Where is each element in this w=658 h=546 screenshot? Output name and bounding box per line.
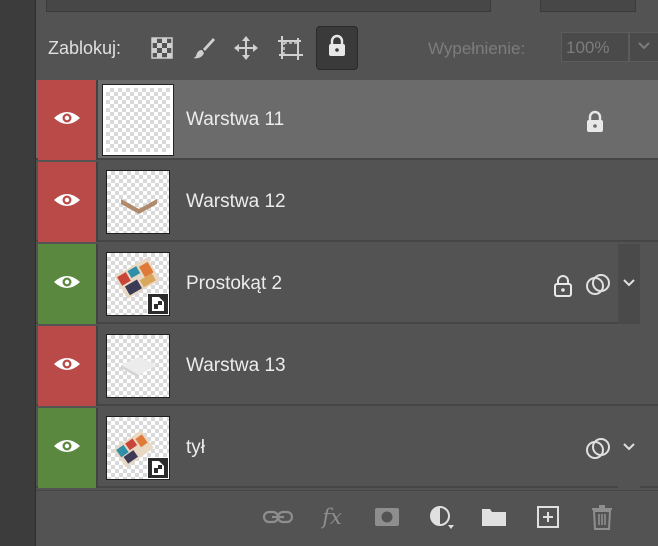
- eye-icon: [53, 438, 81, 459]
- chevron-down-icon: [637, 38, 651, 56]
- eye-icon: [53, 110, 81, 131]
- lock-label: Zablokuj:: [48, 38, 122, 58]
- lock-all-icon: [327, 34, 347, 63]
- layer-thumbnail[interactable]: [106, 416, 170, 480]
- fill-opacity-input[interactable]: 100%: [561, 32, 629, 62]
- visibility-toggle[interactable]: [38, 80, 96, 160]
- eye-icon: [53, 192, 81, 213]
- layer-row-warstwa-12[interactable]: Warstwa 12: [36, 162, 658, 242]
- layer-name[interactable]: Prostokąt 2: [186, 273, 282, 295]
- fill-dropdown-button[interactable]: [629, 32, 658, 62]
- adjustment-layer-icon[interactable]: [426, 503, 458, 531]
- visibility-toggle[interactable]: [38, 162, 96, 242]
- divider: [96, 244, 98, 324]
- new-layer-icon[interactable]: [532, 503, 564, 531]
- add-mask-icon[interactable]: [371, 503, 403, 531]
- delete-layer-icon[interactable]: [586, 503, 618, 531]
- divider: [96, 162, 98, 242]
- layer-thumbnail[interactable]: [106, 170, 170, 234]
- layer-name[interactable]: tył: [186, 437, 205, 459]
- divider: [96, 80, 98, 160]
- layer-style-button[interactable]: fx: [316, 503, 348, 531]
- visibility-toggle[interactable]: [38, 326, 96, 406]
- layer-thumbnail[interactable]: [106, 252, 170, 316]
- expand-effects-button[interactable]: [618, 244, 640, 324]
- eye-icon: [53, 274, 81, 295]
- link-layers-icon[interactable]: [262, 503, 294, 531]
- visibility-toggle[interactable]: [38, 408, 96, 488]
- layer-name[interactable]: Warstwa 13: [186, 355, 286, 377]
- lock-all-button[interactable]: [316, 26, 358, 70]
- layer-thumbnail[interactable]: [106, 334, 170, 398]
- lock-image-pixels-icon[interactable]: [190, 34, 218, 62]
- lock-position-icon[interactable]: [232, 34, 260, 62]
- fill-label: Wypełnienie:: [428, 39, 526, 58]
- visibility-toggle[interactable]: [38, 244, 96, 324]
- expand-effects-button[interactable]: [618, 408, 640, 488]
- layer-lock-icon: [552, 274, 574, 297]
- new-group-icon[interactable]: [478, 503, 510, 531]
- scrollbar-track[interactable]: [640, 244, 658, 324]
- blend-if-icon[interactable]: [584, 437, 612, 461]
- layers-bottom-toolbar: fx: [36, 490, 658, 546]
- top-field-remnant-2[interactable]: [540, 0, 636, 12]
- layer-style-icon: fx: [322, 505, 342, 529]
- layer-row-warstwa-13[interactable]: Warstwa 13: [36, 326, 658, 406]
- layer-row-tyl[interactable]: tył: [36, 408, 658, 488]
- layer-name[interactable]: Warstwa 11: [186, 109, 284, 131]
- lock-bar: Zablokuj: Wypełnienie: 100%: [36, 18, 658, 78]
- lock-transparent-pixels-icon[interactable]: [148, 34, 176, 62]
- smart-object-icon: [147, 457, 169, 479]
- divider: [96, 326, 98, 406]
- smart-object-icon: [147, 293, 169, 315]
- top-field-remnant[interactable]: [46, 0, 491, 12]
- blend-if-icon[interactable]: [584, 273, 612, 297]
- layer-lock-icon: [584, 110, 606, 132]
- layer-row-warstwa-11[interactable]: Warstwa 11: [36, 80, 658, 160]
- left-panel-edge: [0, 0, 36, 546]
- chevron-down-icon: [622, 275, 636, 293]
- chevron-down-icon: [622, 439, 636, 457]
- layer-name[interactable]: Warstwa 12: [186, 191, 286, 213]
- layer-thumbnail[interactable]: [103, 85, 173, 155]
- divider: [96, 408, 98, 488]
- layers-list: Warstwa 11 Warstwa 12 Prostokąt 2 Warstw…: [36, 80, 658, 490]
- layer-row-prostokat-2[interactable]: Prostokąt 2: [36, 244, 658, 324]
- eye-icon: [53, 356, 81, 377]
- lock-artboard-icon[interactable]: [276, 34, 304, 62]
